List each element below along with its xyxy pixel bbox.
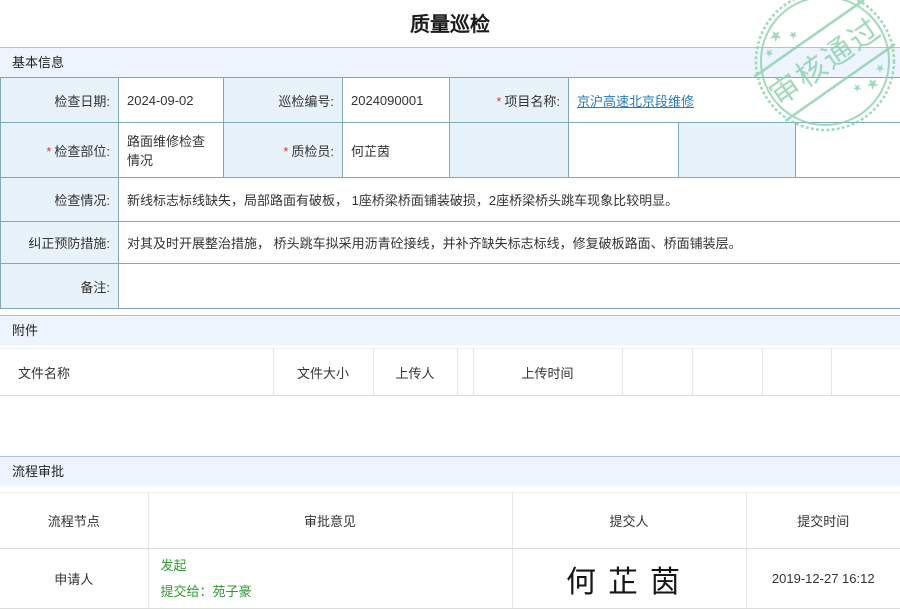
section-header-attachments: 附件 (0, 315, 900, 345)
empty-label-cell (450, 123, 569, 178)
quality-inspection-page: { "title": "质量巡检", "stamp": { "text": "审… (0, 0, 900, 600)
project-name-link[interactable]: 京沪高速北京段维修 (577, 94, 694, 109)
attachments-col-empty (692, 349, 762, 396)
attachments-col-empty (622, 349, 692, 396)
empty-value-cell (569, 123, 679, 178)
attachments-table: 文件名称 文件大小 上传人 上传时间 (0, 348, 900, 396)
section-header-approval: 流程审批 (0, 456, 900, 486)
attachments-col-empty (831, 349, 900, 396)
remark-value (119, 264, 900, 309)
approval-col-submitter: 提交人 (512, 493, 746, 549)
inspector-value: 何芷茵 (343, 123, 450, 178)
check-part-label: *检查部位: (1, 123, 119, 178)
required-asterisk: * (283, 144, 288, 159)
approval-submit-to-text[interactable]: 提交给：苑子豪 (161, 579, 511, 605)
patrol-no-label: 巡检编号: (224, 78, 343, 123)
inspector-label: *质检员: (224, 123, 343, 178)
approval-col-time: 提交时间 (746, 493, 900, 549)
required-asterisk: * (46, 144, 51, 159)
check-status-value: 新线标志标线缺失，局部路面有破板， 1座桥梁桥面铺装破损，2座桥梁桥头跳车现象比… (119, 178, 900, 222)
approval-col-opinion: 审批意见 (148, 493, 512, 549)
empty-label-cell (679, 123, 796, 178)
corrective-action-value: 对其及时开展整治措施， 桥头跳车拟采用沥青砼接线，并补齐缺失标志标线，修复破板路… (119, 222, 900, 264)
check-part-value: 路面维修检查情况 (119, 123, 224, 178)
approval-col-node: 流程节点 (0, 493, 148, 549)
empty-value-cell (796, 123, 900, 178)
basic-info-table: 检查日期: 2024-09-02 巡检编号: 2024090001 *项目名称:… (0, 77, 900, 309)
attachments-col-spacer (457, 349, 473, 396)
approval-table: 流程节点 审批意见 提交人 提交时间 申请人 发起 提交给：苑子豪 何芷茵 20… (0, 492, 900, 609)
check-status-label: 检查情况: (1, 178, 119, 222)
attachments-col-empty (762, 349, 831, 396)
remark-label: 备注: (1, 264, 119, 309)
check-date-value: 2024-09-02 (119, 78, 224, 123)
project-name-label: *项目名称: (450, 78, 569, 123)
patrol-no-value: 2024090001 (343, 78, 450, 123)
section-header-basic-info: 基本信息 (0, 47, 900, 77)
project-name-cell: 京沪高速北京段维修 (569, 78, 900, 123)
check-date-label: 检查日期: (1, 78, 119, 123)
attachments-col-uploader: 上传人 (373, 349, 457, 396)
required-asterisk: * (496, 94, 501, 109)
attachments-col-file-name: 文件名称 (0, 349, 273, 396)
attachments-col-upload-time: 上传时间 (473, 349, 622, 396)
page-title: 质量巡检 (0, 0, 900, 39)
attachments-col-file-size: 文件大小 (273, 349, 373, 396)
submitter-signature: 何芷茵 (566, 566, 692, 599)
corrective-action-label: 纠正预防措施: (1, 222, 119, 264)
approval-action-text: 发起 (161, 553, 511, 579)
